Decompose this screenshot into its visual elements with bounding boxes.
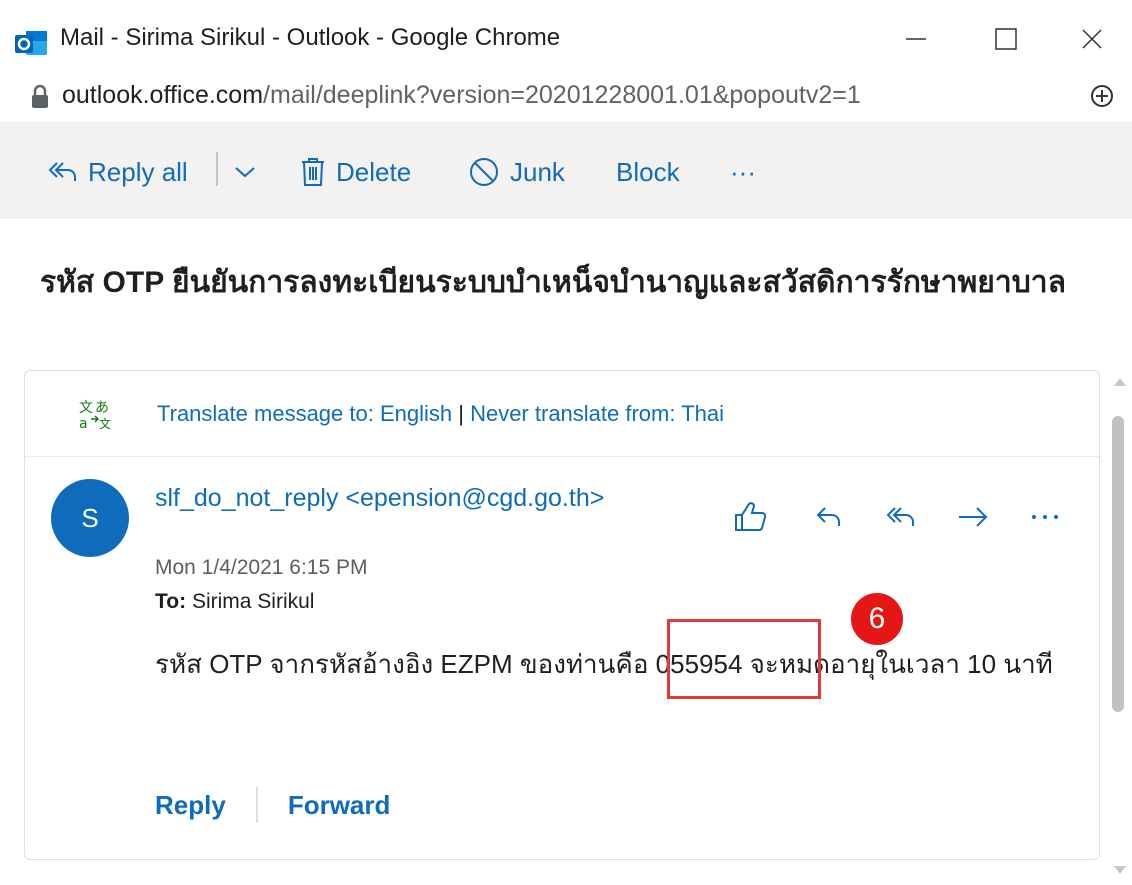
chevron-down-icon bbox=[235, 167, 255, 178]
delete-button[interactable]: Delete bbox=[300, 152, 411, 192]
sender-name[interactable]: slf_do_not_reply <epension@cgd.go.th> bbox=[155, 481, 615, 515]
like-button[interactable] bbox=[731, 497, 771, 537]
block-circle-icon bbox=[470, 158, 498, 186]
translate-bar: 文 あ a 文 Translate message to: English | … bbox=[25, 371, 1099, 457]
forward-button[interactable]: Forward bbox=[288, 790, 391, 821]
scrollbar-thumb[interactable] bbox=[1112, 416, 1124, 712]
message-body: รหัส OTP จากรหัสอ้างอิง EZPM ของท่านคือ … bbox=[155, 649, 1053, 679]
url-host: outlook.office.com bbox=[62, 81, 264, 109]
svg-text:あ: あ bbox=[95, 400, 109, 416]
forward-arrow-icon bbox=[959, 507, 988, 527]
svg-text:文: 文 bbox=[99, 416, 111, 431]
forward-icon-button[interactable] bbox=[953, 497, 993, 537]
block-label: Block bbox=[616, 156, 680, 187]
reply-divider bbox=[255, 787, 258, 823]
reply-button[interactable]: Reply bbox=[155, 790, 226, 821]
scroll-down-arrow-icon[interactable] bbox=[1114, 866, 1126, 874]
minimize-icon bbox=[906, 38, 926, 40]
trash-icon bbox=[302, 158, 324, 186]
avatar[interactable]: S bbox=[51, 479, 129, 557]
maximize-icon bbox=[995, 28, 1017, 50]
email-subject: รหัส OTP ยืนยันการลงทะเบียนระบบบำเหน็จบำ… bbox=[40, 266, 1066, 299]
recipient-row: To: Sirima Sirikul bbox=[155, 590, 314, 614]
message-actions bbox=[731, 497, 1071, 537]
ellipsis-icon bbox=[1032, 515, 1058, 519]
recipient-name[interactable]: Sirima Sirikul bbox=[192, 590, 315, 613]
svg-text:a: a bbox=[79, 416, 88, 431]
reply-all-button[interactable]: Reply all bbox=[48, 152, 188, 192]
reply-icon bbox=[816, 507, 840, 526]
maximize-button[interactable] bbox=[976, 14, 1036, 64]
url-path: /mail/deeplink?version=20201228001.01&po… bbox=[263, 81, 861, 109]
minimize-button[interactable] bbox=[886, 14, 946, 64]
reply-all-icon-button[interactable] bbox=[881, 497, 921, 537]
more-label: ··· bbox=[730, 156, 756, 187]
to-label: To: bbox=[155, 590, 187, 613]
close-icon bbox=[1082, 29, 1102, 49]
never-translate-link[interactable]: Never translate from: Thai bbox=[470, 401, 724, 426]
reply-options-dropdown[interactable] bbox=[234, 152, 266, 192]
thumbs-up-icon bbox=[735, 502, 767, 531]
junk-label: Junk bbox=[510, 156, 565, 187]
sent-date: Mon 1/4/2021 6:15 PM bbox=[155, 556, 368, 579]
otp-highlight-box bbox=[667, 619, 821, 699]
translate-links: Translate message to: English | Never tr… bbox=[157, 401, 724, 427]
url-text[interactable]: outlook.office.com/mail/deeplink?version… bbox=[62, 81, 861, 110]
delete-label: Delete bbox=[336, 156, 412, 187]
mail-toolbar: Reply all Delete Junk Block ··· bbox=[0, 122, 1132, 218]
toolbar-divider bbox=[216, 152, 218, 186]
message-card: 文 あ a 文 Translate message to: English | … bbox=[24, 370, 1100, 860]
more-options-button[interactable] bbox=[1025, 497, 1065, 537]
more-actions-button[interactable]: ··· bbox=[730, 152, 756, 192]
scroll-up-arrow-icon[interactable] bbox=[1114, 378, 1126, 386]
address-bar[interactable]: outlook.office.com/mail/deeplink?version… bbox=[0, 78, 1132, 122]
reply-all-label: Reply all bbox=[88, 156, 188, 187]
translate-separator: | bbox=[458, 401, 464, 426]
scrollbar[interactable] bbox=[1108, 372, 1130, 884]
window-title: Mail - Sirima Sirikul - Outlook - Google… bbox=[60, 24, 561, 51]
zoom-plus-icon[interactable] bbox=[1088, 82, 1116, 110]
junk-button[interactable]: Junk bbox=[468, 152, 565, 192]
reply-icon-button[interactable] bbox=[809, 497, 849, 537]
svg-text:文: 文 bbox=[79, 400, 93, 416]
outlook-icon bbox=[15, 31, 47, 55]
reply-forward-row: Reply Forward bbox=[155, 783, 390, 827]
reply-all-icon bbox=[48, 162, 76, 181]
browser-title-bar: Mail - Sirima Sirikul - Outlook - Google… bbox=[0, 0, 1132, 78]
translate-to-link[interactable]: Translate message to: English bbox=[157, 401, 452, 426]
translate-icon: 文 あ a 文 bbox=[79, 400, 111, 431]
reply-all-icon bbox=[886, 507, 914, 526]
lock-icon bbox=[32, 84, 48, 108]
close-button[interactable] bbox=[1062, 14, 1122, 64]
block-button[interactable]: Block bbox=[616, 152, 680, 192]
step-number-badge: 6 bbox=[851, 593, 903, 645]
